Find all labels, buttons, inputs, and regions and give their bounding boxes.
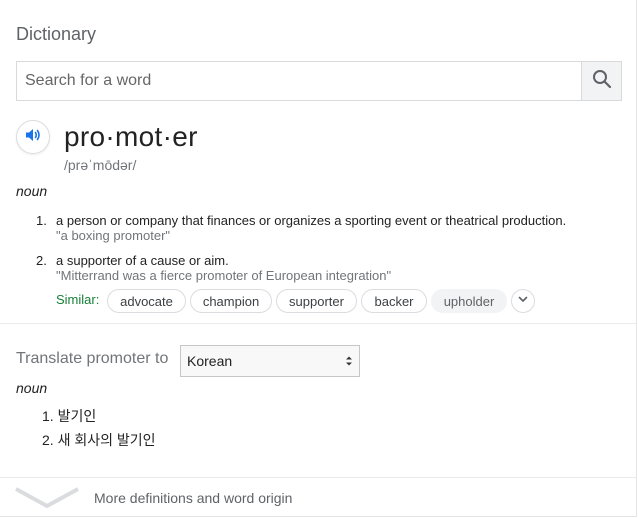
expand-chevron-icon[interactable] <box>14 487 80 514</box>
translation-part-of-speech: noun <box>16 380 48 396</box>
search-input[interactable] <box>17 62 582 100</box>
select-arrows-icon <box>344 354 354 371</box>
language-selected: Korean <box>187 353 233 369</box>
similar-chip-advocate[interactable]: advocate <box>107 289 186 313</box>
part-of-speech: noun <box>16 183 48 199</box>
more-similar-button[interactable] <box>511 289 535 313</box>
definition-text: a person or company that finances or org… <box>56 213 567 228</box>
speaker-icon <box>24 126 42 149</box>
more-definitions-link[interactable]: More definitions and word origin <box>94 490 292 506</box>
pronunciation-button[interactable] <box>16 120 50 154</box>
phonetic-spelling: /prəˈmōdər/ <box>64 157 137 173</box>
translation-item: 1. 발기인 <box>42 408 97 424</box>
section-divider <box>0 323 637 324</box>
chevron-down-icon <box>517 292 529 310</box>
definition-number: 2. <box>36 253 47 268</box>
similar-chip-supporter[interactable]: supporter <box>276 289 357 313</box>
search-icon <box>592 69 612 94</box>
similar-chip-champion[interactable]: champion <box>190 289 272 313</box>
translation-item: 2. 새 회사의 발기인 <box>42 432 156 448</box>
definition-text: a supporter of a cause or aim. <box>56 253 229 268</box>
definition-example: "a boxing promoter" <box>56 228 171 243</box>
similar-chip-backer[interactable]: backer <box>361 289 427 313</box>
dictionary-card: Dictionary pro·mot·er /prəˈmōdər/ noun 1… <box>0 0 637 517</box>
translate-label: Translate promoter to <box>16 350 169 367</box>
language-select[interactable]: Korean <box>180 345 360 377</box>
similar-chip-upholder[interactable]: upholder <box>431 289 507 313</box>
search-button[interactable] <box>581 62 621 100</box>
dictionary-title: Dictionary <box>16 24 97 44</box>
search-box <box>16 61 622 101</box>
footer-divider <box>0 477 637 478</box>
definition-example: "Mitterrand was a fierce promoter of Eur… <box>56 268 392 283</box>
headword: pro·mot·er <box>64 121 198 152</box>
definition-number: 1. <box>36 213 47 228</box>
similar-label: Similar: <box>56 292 100 307</box>
